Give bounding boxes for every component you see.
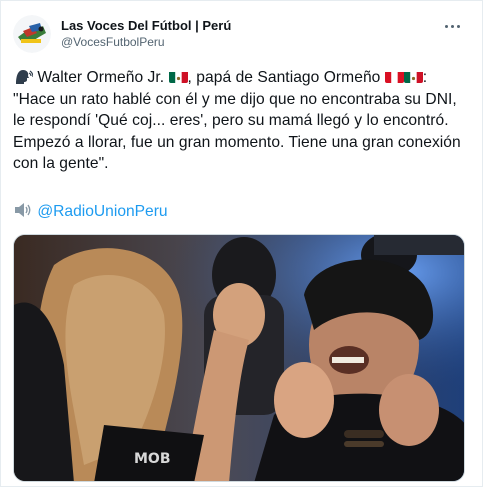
more-options-button[interactable] <box>442 18 462 34</box>
speaking-head-icon <box>16 70 33 84</box>
svg-text:MOB: MOB <box>134 451 171 467</box>
more-options-icon <box>444 24 448 28</box>
mexico-flag-icon <box>168 70 188 83</box>
tweet-text: Walter Ormeño Jr. , papá de Santiago Orm… <box>13 67 468 175</box>
photo-crowd-embrace: MOB <box>14 235 464 481</box>
avatar[interactable] <box>13 15 51 53</box>
tweet-header: Las Voces Del Fútbol | Perú @VocesFutbol… <box>13 15 470 55</box>
tweet-card: Las Voces Del Fútbol | Perú @VocesFutbol… <box>0 0 483 487</box>
mention-link[interactable]: @RadioUnionPeru <box>37 203 167 220</box>
display-name[interactable]: Las Voces Del Fútbol | Perú <box>61 17 231 34</box>
peru-flag-icon <box>384 70 404 83</box>
tweet-photo[interactable]: MOB <box>13 234 465 482</box>
mexico-flag-icon <box>403 70 423 83</box>
account-handle[interactable]: @VocesFutbolPeru <box>61 34 231 51</box>
megaphone-logo-icon <box>13 15 51 53</box>
tweet-middle-text: , papá de Santiago Ormeño <box>187 69 385 86</box>
account-names: Las Voces Del Fútbol | Perú @VocesFutbol… <box>61 17 231 51</box>
audio-credit: @RadioUnionPeru <box>13 201 168 222</box>
tweet-name-text: Walter Ormeño Jr. <box>33 69 169 86</box>
speaker-icon <box>15 203 31 217</box>
